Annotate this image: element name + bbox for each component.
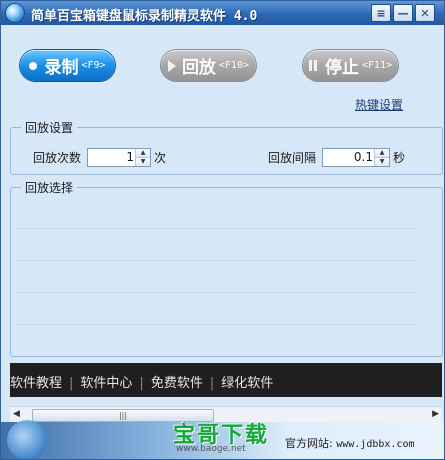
play-button[interactable]: 回放 <F10> <box>161 50 256 81</box>
window-title: 简单百宝箱键盘鼠标录制精灵软件 4.0 <box>31 9 258 24</box>
banner-links: 软件教程 | 软件中心 | 免费软件 | 绿化软件 <box>10 376 274 391</box>
minimize-button[interactable]: — <box>393 4 413 22</box>
menu-icon: ≡ <box>376 6 386 20</box>
playback-interval-stepper[interactable]: 0.1 ▲ ▼ <box>322 148 390 167</box>
link-tutorials[interactable]: 软件教程 <box>10 376 62 391</box>
minimize-icon: — <box>397 6 409 20</box>
play-hotkey: <F10> <box>218 60 250 71</box>
hotkey-settings-link[interactable]: 热键设置 <box>355 96 403 113</box>
official-site-label: 官方网站: <box>285 437 333 450</box>
count-up-arrow-icon[interactable]: ▲ <box>136 149 150 157</box>
record-label: 录制 <box>44 58 79 78</box>
play-label: 回放 <box>181 58 216 78</box>
app-window: 简单百宝箱键盘鼠标录制精灵软件 4.0 ≡ — ✕ 录制 <F9> 回放 <F1… <box>0 0 445 460</box>
count-down-arrow-icon[interactable]: ▼ <box>136 157 150 166</box>
app-globe-icon <box>6 4 24 22</box>
footer-bar: 宝哥下载 www.baoge.net 官方网站: www.jdbbx.com <box>1 420 444 459</box>
playback-count-label: 回放次数 <box>33 151 82 165</box>
list-row-divider <box>16 324 414 325</box>
stop-hotkey: <F11> <box>361 60 393 71</box>
playback-count-stepper[interactable]: 1 ▲ ▼ <box>87 148 151 167</box>
record-hotkey: <F9> <box>81 60 106 71</box>
record-dot-icon <box>29 61 38 70</box>
close-button[interactable]: ✕ <box>415 4 435 22</box>
playback-selection-title: 回放选择 <box>21 179 78 196</box>
interval-down-arrow-icon[interactable]: ▼ <box>375 157 389 166</box>
scroll-left-icon[interactable]: ◀ <box>13 409 20 419</box>
playback-interval-value: 0.1 <box>353 150 373 164</box>
links-banner: 软件教程 | 软件中心 | 免费软件 | 绿化软件 <box>10 363 442 397</box>
title-bar[interactable]: 简单百宝箱键盘鼠标录制精灵软件 4.0 ≡ — ✕ <box>1 1 444 25</box>
scroll-right-icon[interactable]: ▶ <box>432 409 439 419</box>
system-menu-button[interactable]: ≡ <box>371 4 391 22</box>
globe-logo-icon <box>7 420 47 459</box>
play-icon <box>167 59 176 72</box>
stop-label: 停止 <box>324 58 359 78</box>
link-software-center[interactable]: 软件中心 <box>80 376 132 391</box>
official-site: 官方网站: www.jdbbx.com <box>285 435 415 451</box>
official-site-link[interactable]: www.jdbbx.com <box>336 439 414 450</box>
pause-icon <box>308 60 319 71</box>
stop-button[interactable]: 停止 <F11> <box>303 50 398 81</box>
list-row-divider <box>16 260 414 261</box>
watermark-url: www.baoge.net <box>176 444 246 454</box>
playback-interval-unit: 秒 <box>393 151 406 165</box>
playback-selection-list[interactable] <box>16 198 416 348</box>
list-row-divider <box>16 292 414 293</box>
list-row-divider <box>16 228 414 229</box>
interval-up-arrow-icon[interactable]: ▲ <box>375 149 389 157</box>
close-icon: ✕ <box>420 6 430 20</box>
playback-count-unit: 次 <box>154 151 167 165</box>
link-portable-software[interactable]: 绿化软件 <box>221 376 273 391</box>
link-free-software[interactable]: 免费软件 <box>151 376 203 391</box>
record-button[interactable]: 录制 <F9> <box>20 50 115 81</box>
playback-interval-label: 回放间隔 <box>268 151 317 165</box>
playback-count-value: 1 <box>126 150 134 164</box>
playback-settings-title: 回放设置 <box>21 119 78 136</box>
